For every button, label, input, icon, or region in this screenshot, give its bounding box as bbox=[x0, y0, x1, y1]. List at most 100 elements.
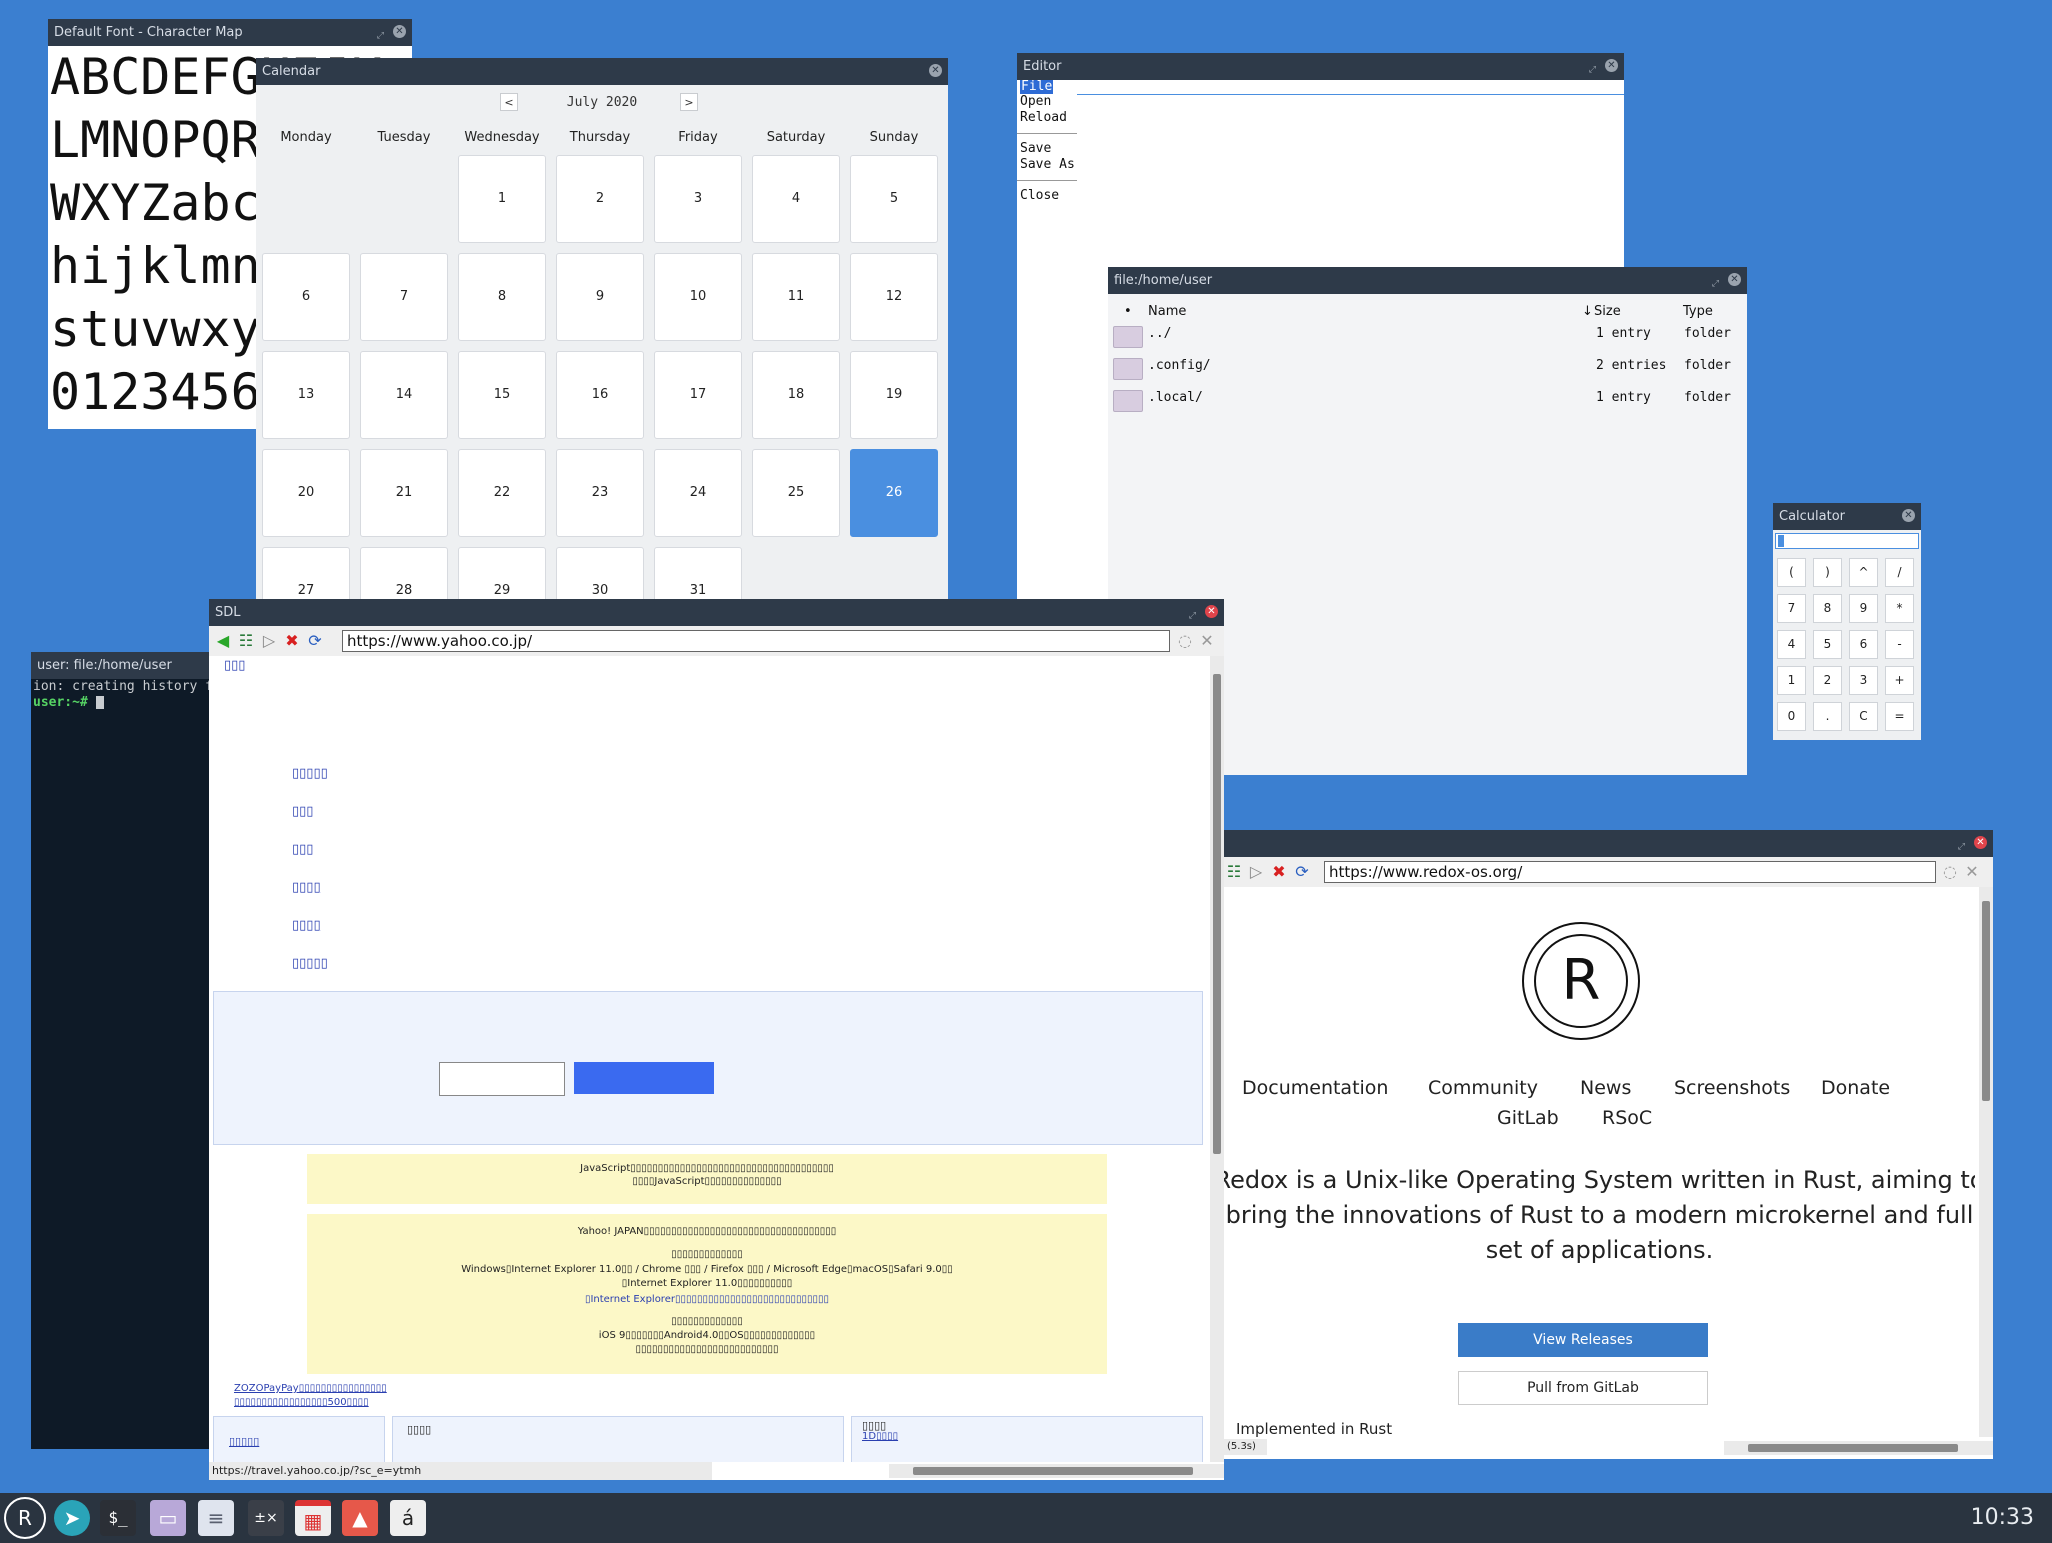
menu-item-save[interactable]: Save bbox=[1017, 141, 1077, 157]
promo-link[interactable]: ZOZOPayPay▯▯▯▯▯▯▯▯▯▯▯▯▯▯▯▯ bbox=[234, 1383, 387, 1394]
file-row[interactable]: ../ 1 entry folder bbox=[1108, 320, 1747, 352]
panel-link[interactable]: ▯▯▯▯▯ bbox=[229, 1435, 259, 1448]
vertical-scrollbar[interactable] bbox=[1210, 656, 1224, 1462]
calc-key[interactable]: ) bbox=[1813, 558, 1842, 587]
calendar-day[interactable]: 11 bbox=[752, 253, 840, 341]
calc-key[interactable]: C bbox=[1849, 702, 1878, 731]
calendar-day[interactable]: 10 bbox=[654, 253, 742, 341]
horizontal-scrollbar[interactable] bbox=[1724, 1441, 1993, 1455]
calendar-day[interactable]: 17 bbox=[654, 351, 742, 439]
nav-community[interactable]: Community bbox=[1428, 1077, 1538, 1099]
calendar-day[interactable]: 16 bbox=[556, 351, 644, 439]
nav-news[interactable]: News bbox=[1580, 1077, 1631, 1099]
close-icon[interactable]: ✕ bbox=[1902, 509, 1915, 522]
files-icon[interactable]: ▭ bbox=[150, 1500, 186, 1536]
calendar-day[interactable]: 27 bbox=[262, 547, 350, 603]
nav-screenshots[interactable]: Screenshots bbox=[1674, 1077, 1790, 1099]
calc-key[interactable]: . bbox=[1813, 702, 1842, 731]
calendar-titlebar[interactable]: Calendar ✕ bbox=[256, 58, 948, 85]
scroll-thumb[interactable] bbox=[913, 1467, 1193, 1475]
back-icon[interactable]: ◀ bbox=[213, 631, 233, 651]
search-button[interactable] bbox=[574, 1062, 714, 1094]
calendar-day[interactable]: 21 bbox=[360, 449, 448, 537]
calendar-day[interactable]: 9 bbox=[556, 253, 644, 341]
close-tab-icon[interactable]: ✕ bbox=[1197, 631, 1217, 651]
restore-icon[interactable]: ⤢ bbox=[1712, 271, 1719, 294]
calendar-day[interactable]: 8 bbox=[458, 253, 546, 341]
calc-key[interactable]: ^ bbox=[1849, 558, 1878, 587]
calendar-day[interactable]: 28 bbox=[360, 547, 448, 603]
calendar-day[interactable]: 15 bbox=[458, 351, 546, 439]
nav-link[interactable]: ▯▯▯ bbox=[292, 842, 313, 857]
url-bar[interactable]: https://www.yahoo.co.jp/ bbox=[342, 630, 1170, 652]
forward-icon[interactable]: ▷ bbox=[1246, 862, 1266, 882]
calendar-day[interactable]: 14 bbox=[360, 351, 448, 439]
calc-key[interactable]: 0 bbox=[1777, 702, 1806, 731]
column-name[interactable]: Name bbox=[1148, 304, 1186, 319]
calendar-icon[interactable]: ▦ bbox=[295, 1500, 331, 1536]
calc-key[interactable]: 6 bbox=[1849, 630, 1878, 659]
calc-key[interactable]: - bbox=[1885, 630, 1914, 659]
files-titlebar[interactable]: file:/home/user ⤢ ✕ bbox=[1108, 267, 1747, 294]
calc-key[interactable]: 5 bbox=[1813, 630, 1842, 659]
restore-icon[interactable]: ⤢ bbox=[1958, 834, 1965, 857]
nav-documentation[interactable]: Documentation bbox=[1242, 1077, 1388, 1099]
close-icon[interactable]: ✕ bbox=[1728, 273, 1741, 286]
menu-item-reload[interactable]: Reload bbox=[1017, 110, 1077, 126]
scroll-thumb[interactable] bbox=[1748, 1444, 1958, 1452]
view-releases-button[interactable]: View Releases bbox=[1458, 1323, 1708, 1357]
reload-icon[interactable]: ⟳ bbox=[1292, 862, 1312, 882]
image-viewer-icon[interactable]: ▲ bbox=[342, 1500, 378, 1536]
nav-gitlab[interactable]: GitLab bbox=[1497, 1107, 1559, 1129]
menu-item-save-as[interactable]: Save As bbox=[1017, 157, 1077, 173]
calendar-day[interactable]: 26 bbox=[850, 449, 938, 537]
close-icon[interactable]: ✕ bbox=[393, 25, 406, 38]
calendar-day[interactable]: 7 bbox=[360, 253, 448, 341]
calc-key[interactable]: 8 bbox=[1813, 594, 1842, 623]
horizontal-scrollbar[interactable] bbox=[889, 1464, 1224, 1478]
promo-link[interactable]: ▯▯▯▯▯▯▯▯▯▯▯▯▯▯▯▯▯500▯▯▯▯ bbox=[234, 1397, 369, 1408]
nav-rsoc[interactable]: RSoC bbox=[1602, 1107, 1652, 1129]
calculator-icon[interactable]: ±× bbox=[248, 1500, 284, 1536]
menu-item-open[interactable]: Open bbox=[1017, 94, 1077, 110]
calendar-day[interactable]: 3 bbox=[654, 155, 742, 243]
close-icon[interactable]: ✕ bbox=[1205, 605, 1218, 618]
calendar-day[interactable]: 22 bbox=[458, 449, 546, 537]
calendar-day[interactable]: 31 bbox=[654, 547, 742, 603]
calendar-day[interactable]: 12 bbox=[850, 253, 938, 341]
browser1-titlebar[interactable]: SDL ⤢ ✕ bbox=[209, 599, 1224, 626]
calc-key[interactable]: 3 bbox=[1849, 666, 1878, 695]
calc-key[interactable]: 9 bbox=[1849, 594, 1878, 623]
calendar-day[interactable]: 4 bbox=[752, 155, 840, 243]
url-bar[interactable]: https://www.redox-os.org/ bbox=[1324, 861, 1936, 883]
close-tab-icon[interactable]: ✕ bbox=[1962, 862, 1982, 882]
nav-link[interactable]: ▯▯▯▯ bbox=[292, 880, 321, 895]
reload-icon[interactable]: ⟳ bbox=[305, 631, 325, 651]
pull-gitlab-button[interactable]: Pull from GitLab bbox=[1458, 1371, 1708, 1405]
browser-icon[interactable]: ➤ bbox=[54, 1500, 90, 1536]
calc-key[interactable]: + bbox=[1885, 666, 1914, 695]
calendar-day[interactable]: 2 bbox=[556, 155, 644, 243]
stop-icon[interactable]: ✖ bbox=[1269, 862, 1289, 882]
calc-titlebar[interactable]: Calculator ✕ bbox=[1773, 503, 1921, 530]
restore-icon[interactable]: ⤢ bbox=[1589, 57, 1596, 80]
redox-start-icon[interactable]: R bbox=[4, 1497, 46, 1539]
calendar-day[interactable]: 13 bbox=[262, 351, 350, 439]
close-icon[interactable]: ✕ bbox=[929, 64, 942, 77]
menu-item-close[interactable]: Close bbox=[1017, 188, 1077, 204]
editor-icon[interactable]: ≡ bbox=[198, 1500, 234, 1536]
calc-key[interactable]: 4 bbox=[1777, 630, 1806, 659]
calc-key[interactable]: 2 bbox=[1813, 666, 1842, 695]
nav-link[interactable]: ▯▯▯▯▯ bbox=[292, 956, 328, 971]
nav-link[interactable]: ▯▯▯▯▯ bbox=[292, 766, 328, 781]
next-month-button[interactable]: > bbox=[680, 93, 698, 111]
top-link[interactable]: ▯▯▯ bbox=[224, 658, 245, 673]
file-menu[interactable]: File bbox=[1020, 80, 1054, 94]
terminal-icon[interactable]: $_ bbox=[100, 1500, 136, 1536]
restore-icon[interactable]: ⤢ bbox=[377, 23, 384, 46]
history-icon[interactable]: ☷ bbox=[236, 631, 256, 651]
vertical-scrollbar[interactable] bbox=[1979, 887, 1993, 1437]
calc-key[interactable]: / bbox=[1885, 558, 1914, 587]
calc-key[interactable]: ( bbox=[1777, 558, 1806, 587]
editor-titlebar[interactable]: Editor ⤢ ✕ bbox=[1017, 53, 1624, 80]
